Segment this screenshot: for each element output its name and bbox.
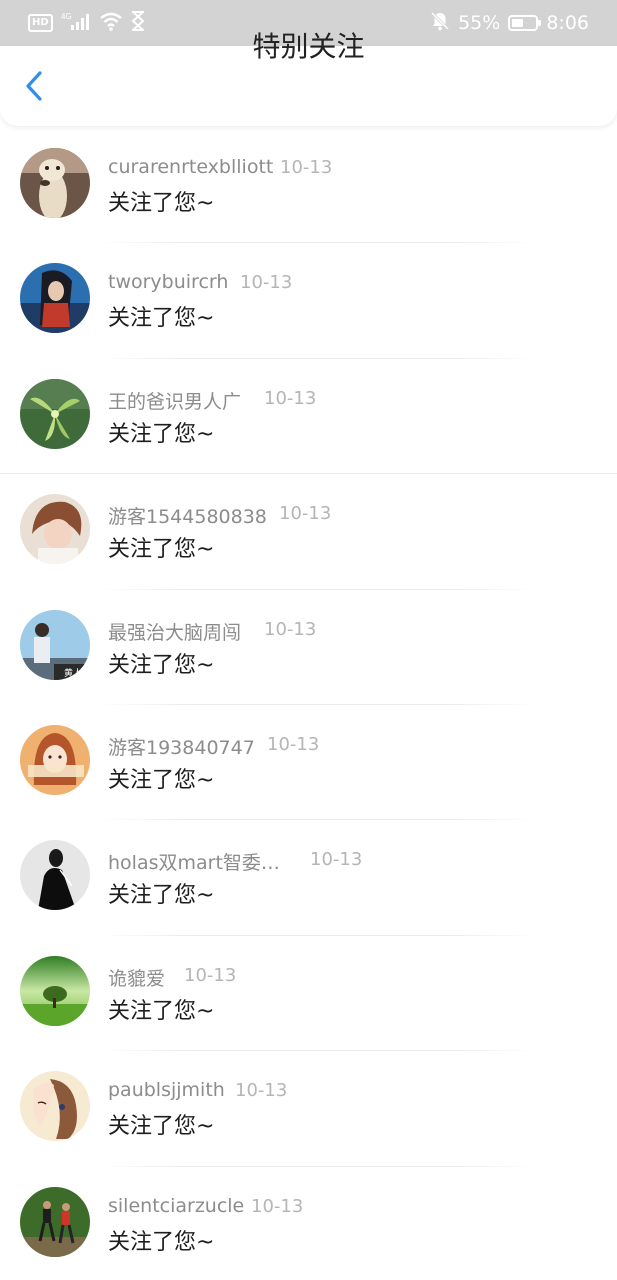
date: 10-13: [251, 1195, 304, 1217]
avatar[interactable]: [20, 1186, 90, 1257]
screen: HD 4G 55% 8:06 特别关注 curarenrtexblliott 1…: [0, 0, 617, 1280]
avatar[interactable]: [20, 724, 90, 795]
message: 关注了您~: [108, 1114, 215, 1140]
username[interactable]: holas双mart智委…: [108, 848, 280, 875]
list-item[interactable]: 游客193840747 10-13 关注了您~: [0, 705, 617, 821]
list-item[interactable]: silentciarzucle 10-13 关注了您~: [0, 1167, 617, 1280]
message: 关注了您~: [108, 883, 215, 909]
message: 关注了您~: [108, 306, 215, 332]
username[interactable]: paublsjjmith: [108, 1079, 225, 1101]
date: 10-13: [264, 387, 317, 409]
date: 10-13: [184, 964, 237, 986]
date: 10-13: [240, 272, 293, 294]
list-item[interactable]: 游客1544580838 10-13 关注了您~: [0, 474, 617, 590]
username[interactable]: curarenrtexblliott: [108, 156, 273, 178]
date: 10-13: [310, 849, 363, 871]
username[interactable]: 王的爸识男人广: [108, 387, 241, 414]
date: 10-13: [235, 1080, 288, 1102]
message: 关注了您~: [108, 767, 215, 793]
username[interactable]: 游客193840747: [108, 733, 255, 760]
message: 关注了您~: [108, 191, 215, 216]
username[interactable]: 诡貔爱: [108, 964, 165, 991]
username[interactable]: 最强治大脑周闯: [108, 618, 241, 645]
page-title: 特别关注: [252, 30, 365, 63]
avatar[interactable]: [20, 148, 90, 218]
message: 关注了您~: [108, 652, 215, 678]
date: 10-13: [279, 503, 332, 525]
username[interactable]: silentciarzucle: [108, 1195, 244, 1217]
date: 10-13: [280, 157, 333, 178]
date: 10-13: [264, 618, 317, 640]
avatar[interactable]: [20, 263, 90, 334]
avatar[interactable]: [20, 1071, 90, 1142]
list-item[interactable]: 王的爸识男人广 10-13 关注了您~: [0, 359, 617, 475]
message: 关注了您~: [108, 421, 215, 447]
message: 关注了您~: [108, 998, 215, 1024]
message: 关注了您~: [108, 1229, 215, 1255]
list-item[interactable]: 黄人 最强治大脑周闯 10-13 关注了您~: [0, 590, 617, 705]
list-item[interactable]: paublsjjmith 10-13 关注了您~: [0, 1051, 617, 1167]
list-item[interactable]: 诡貔爱 10-13 关注了您~: [0, 936, 617, 1052]
avatar[interactable]: [20, 955, 90, 1026]
follow-list: curarenrtexblliott 10-13 关注了您~ tworybuir…: [0, 128, 617, 1280]
avatar-art-text: 黄人: [64, 667, 82, 679]
username[interactable]: tworybuircrh: [108, 271, 228, 293]
list-item[interactable]: curarenrtexblliott 10-13 关注了您~: [0, 128, 617, 244]
avatar[interactable]: [20, 378, 90, 449]
avatar[interactable]: 黄人: [20, 609, 90, 680]
avatar[interactable]: [20, 494, 90, 565]
avatar[interactable]: [20, 840, 90, 911]
message: 关注了您~: [108, 537, 215, 563]
list-item[interactable]: holas双mart智委… 10-13 关注了您~: [0, 820, 617, 936]
username[interactable]: 游客1544580838: [108, 502, 267, 529]
list-item[interactable]: tworybuircrh 10-13 关注了您~: [0, 243, 617, 359]
date: 10-13: [267, 733, 320, 755]
